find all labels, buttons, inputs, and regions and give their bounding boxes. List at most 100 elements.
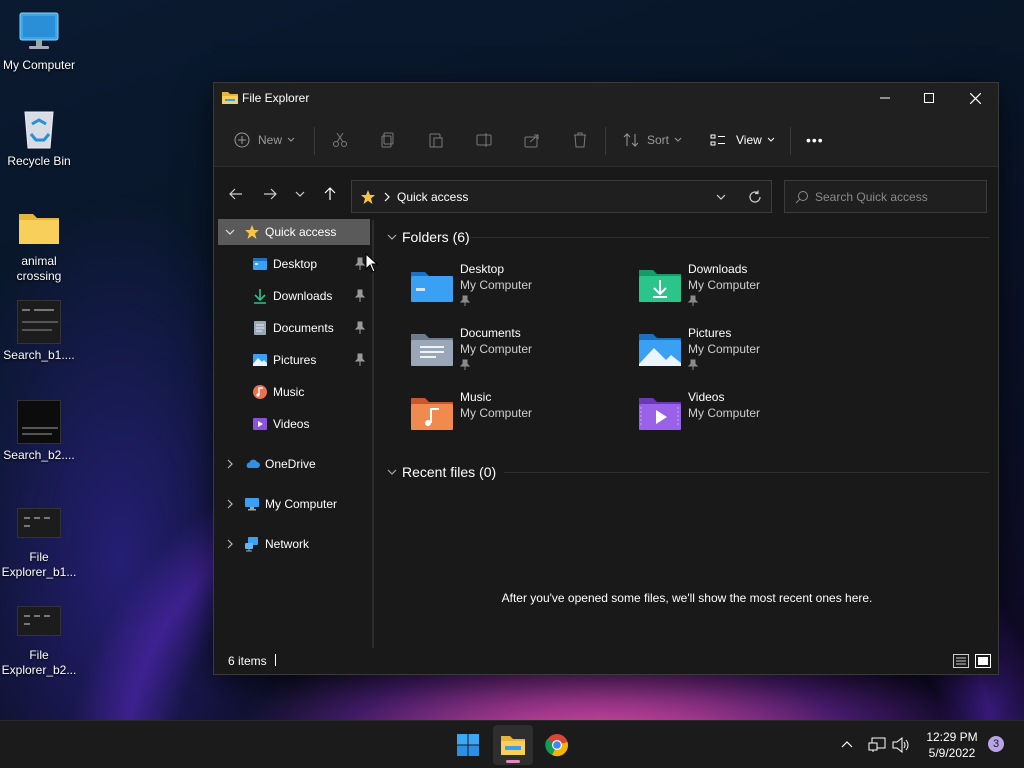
sidebar-item-network[interactable]: Network (218, 531, 370, 557)
sidebar-item-label: OneDrive (265, 457, 316, 471)
copy-button[interactable] (380, 127, 396, 153)
pictures-folder-icon (639, 334, 681, 366)
system-tray (840, 721, 910, 768)
large-icons-view-icon[interactable] (975, 654, 991, 668)
paste-button[interactable] (428, 127, 444, 153)
sidebar-item-label: Pictures (273, 353, 317, 367)
delete-button[interactable] (572, 127, 588, 153)
start-icon (457, 734, 479, 756)
view-button[interactable]: View (710, 127, 776, 153)
chevron-right-icon[interactable] (224, 538, 236, 550)
sidebar-item-label: Downloads (273, 289, 333, 303)
minimize-button[interactable] (862, 83, 908, 113)
monitor-icon (17, 10, 61, 54)
chevron-up-icon[interactable] (840, 738, 854, 752)
new-label: New (258, 133, 283, 147)
desktop-icon-my-computer[interactable]: My Computer (0, 10, 78, 73)
recycle-bin-icon (17, 106, 61, 150)
monitor-icon (245, 498, 259, 511)
file-explorer-icon (222, 91, 238, 104)
taskbar-chrome[interactable] (537, 725, 577, 765)
sidebar-item-videos[interactable]: Videos (218, 411, 370, 437)
sort-button[interactable]: Sort (623, 127, 683, 153)
desktop-icon-file-explorer-b2[interactable]: File Explorer_b2... (0, 606, 78, 678)
share-button[interactable] (524, 127, 540, 153)
search-input[interactable] (815, 188, 980, 206)
folder-tile-downloads[interactable]: Downloads My Computer (638, 262, 858, 318)
pin-icon (688, 295, 698, 306)
pin-icon[interactable] (354, 289, 366, 303)
maximize-button[interactable] (906, 83, 952, 113)
recent-files-empty-message: After you've opened some files, we'll sh… (501, 591, 873, 605)
desktop-icon-search-b2[interactable]: Search_b2.... (0, 400, 78, 463)
notification-badge[interactable]: 3 (988, 736, 1004, 752)
up-button[interactable] (318, 182, 342, 206)
minimize-icon (880, 97, 890, 99)
copy-icon (381, 132, 394, 148)
address-bar[interactable]: Quick access (351, 180, 772, 213)
paste-icon (429, 133, 443, 148)
chevron-right-icon[interactable] (224, 498, 236, 510)
folder-tile-pictures[interactable]: Pictures My Computer (638, 326, 858, 382)
chevron-down-icon[interactable] (224, 226, 236, 238)
chevron-down-icon (295, 191, 305, 197)
taskbar-file-explorer[interactable] (493, 725, 533, 765)
sidebar-item-quick-access[interactable]: Quick access (218, 219, 370, 245)
desktop-icon-label: Search_b1.... (3, 348, 75, 362)
back-button[interactable] (224, 182, 248, 206)
sidebar-item-my-computer[interactable]: My Computer (218, 491, 370, 517)
forward-button[interactable] (258, 182, 282, 206)
network-status-icon[interactable] (868, 737, 886, 753)
pane-divider[interactable] (372, 220, 374, 654)
command-bar: New Sort View ••• (214, 113, 998, 167)
breadcrumb-quick-access[interactable]: Quick access (397, 190, 468, 204)
see-more-button[interactable]: ••• (806, 127, 824, 153)
active-indicator (506, 760, 520, 763)
sidebar-item-music[interactable]: Music (218, 379, 370, 405)
cut-button[interactable] (332, 127, 348, 153)
volume-icon[interactable] (892, 737, 910, 753)
rename-button[interactable] (476, 127, 492, 153)
folder-tile-documents[interactable]: Documents My Computer (410, 326, 630, 382)
folder-tile-music[interactable]: Music My Computer (410, 390, 630, 446)
folder-name: Pictures (688, 326, 732, 340)
start-button[interactable] (448, 725, 488, 765)
desktop-icon-animal-crossing[interactable]: animal crossing (0, 206, 78, 284)
recent-locations-button[interactable] (288, 182, 312, 206)
status-divider (275, 654, 276, 666)
folder-location: My Computer (688, 406, 761, 420)
downloads-folder-icon (639, 270, 681, 302)
chevron-down-icon[interactable] (715, 191, 727, 203)
desktop-icon-search-b1[interactable]: Search_b1.... (0, 300, 78, 363)
separator (790, 127, 791, 155)
clock[interactable]: 12:29 PM 5/9/2022 (922, 729, 982, 761)
close-button[interactable] (952, 83, 998, 113)
sidebar-item-desktop[interactable]: Desktop (218, 251, 370, 277)
sidebar-item-downloads[interactable]: Downloads (218, 283, 370, 309)
new-button[interactable]: New (234, 127, 296, 153)
chevron-down-icon (674, 137, 682, 142)
desktop-icon-label: Recycle Bin (7, 154, 71, 168)
chrome-icon (545, 734, 568, 757)
pin-icon[interactable] (354, 321, 366, 335)
sidebar-item-onedrive[interactable]: OneDrive (218, 451, 370, 477)
sidebar-item-documents[interactable]: Documents (218, 315, 370, 341)
download-icon (254, 289, 266, 304)
search-box[interactable] (784, 180, 987, 213)
folder-name: Documents (460, 326, 521, 340)
folder-tile-videos[interactable]: Videos My Computer (638, 390, 858, 446)
screenshot-thumbnail-icon (17, 400, 61, 444)
refresh-icon[interactable] (748, 190, 762, 204)
pin-icon[interactable] (354, 353, 366, 367)
folder-tile-desktop[interactable]: Desktop My Computer (410, 262, 630, 318)
breadcrumb-separator-icon (384, 192, 390, 202)
sidebar-item-pictures[interactable]: Pictures (218, 347, 370, 373)
folder-location: My Computer (688, 278, 761, 292)
chevron-right-icon[interactable] (224, 458, 236, 470)
desktop-icon-file-explorer-b1[interactable]: File Explorer_b1... (0, 508, 78, 580)
folder-location: My Computer (460, 278, 533, 292)
chevron-down-icon (387, 234, 397, 240)
desktop-icon-recycle-bin[interactable]: Recycle Bin (0, 106, 78, 169)
details-view-icon[interactable] (953, 654, 969, 668)
title-bar[interactable]: File Explorer (214, 83, 998, 113)
